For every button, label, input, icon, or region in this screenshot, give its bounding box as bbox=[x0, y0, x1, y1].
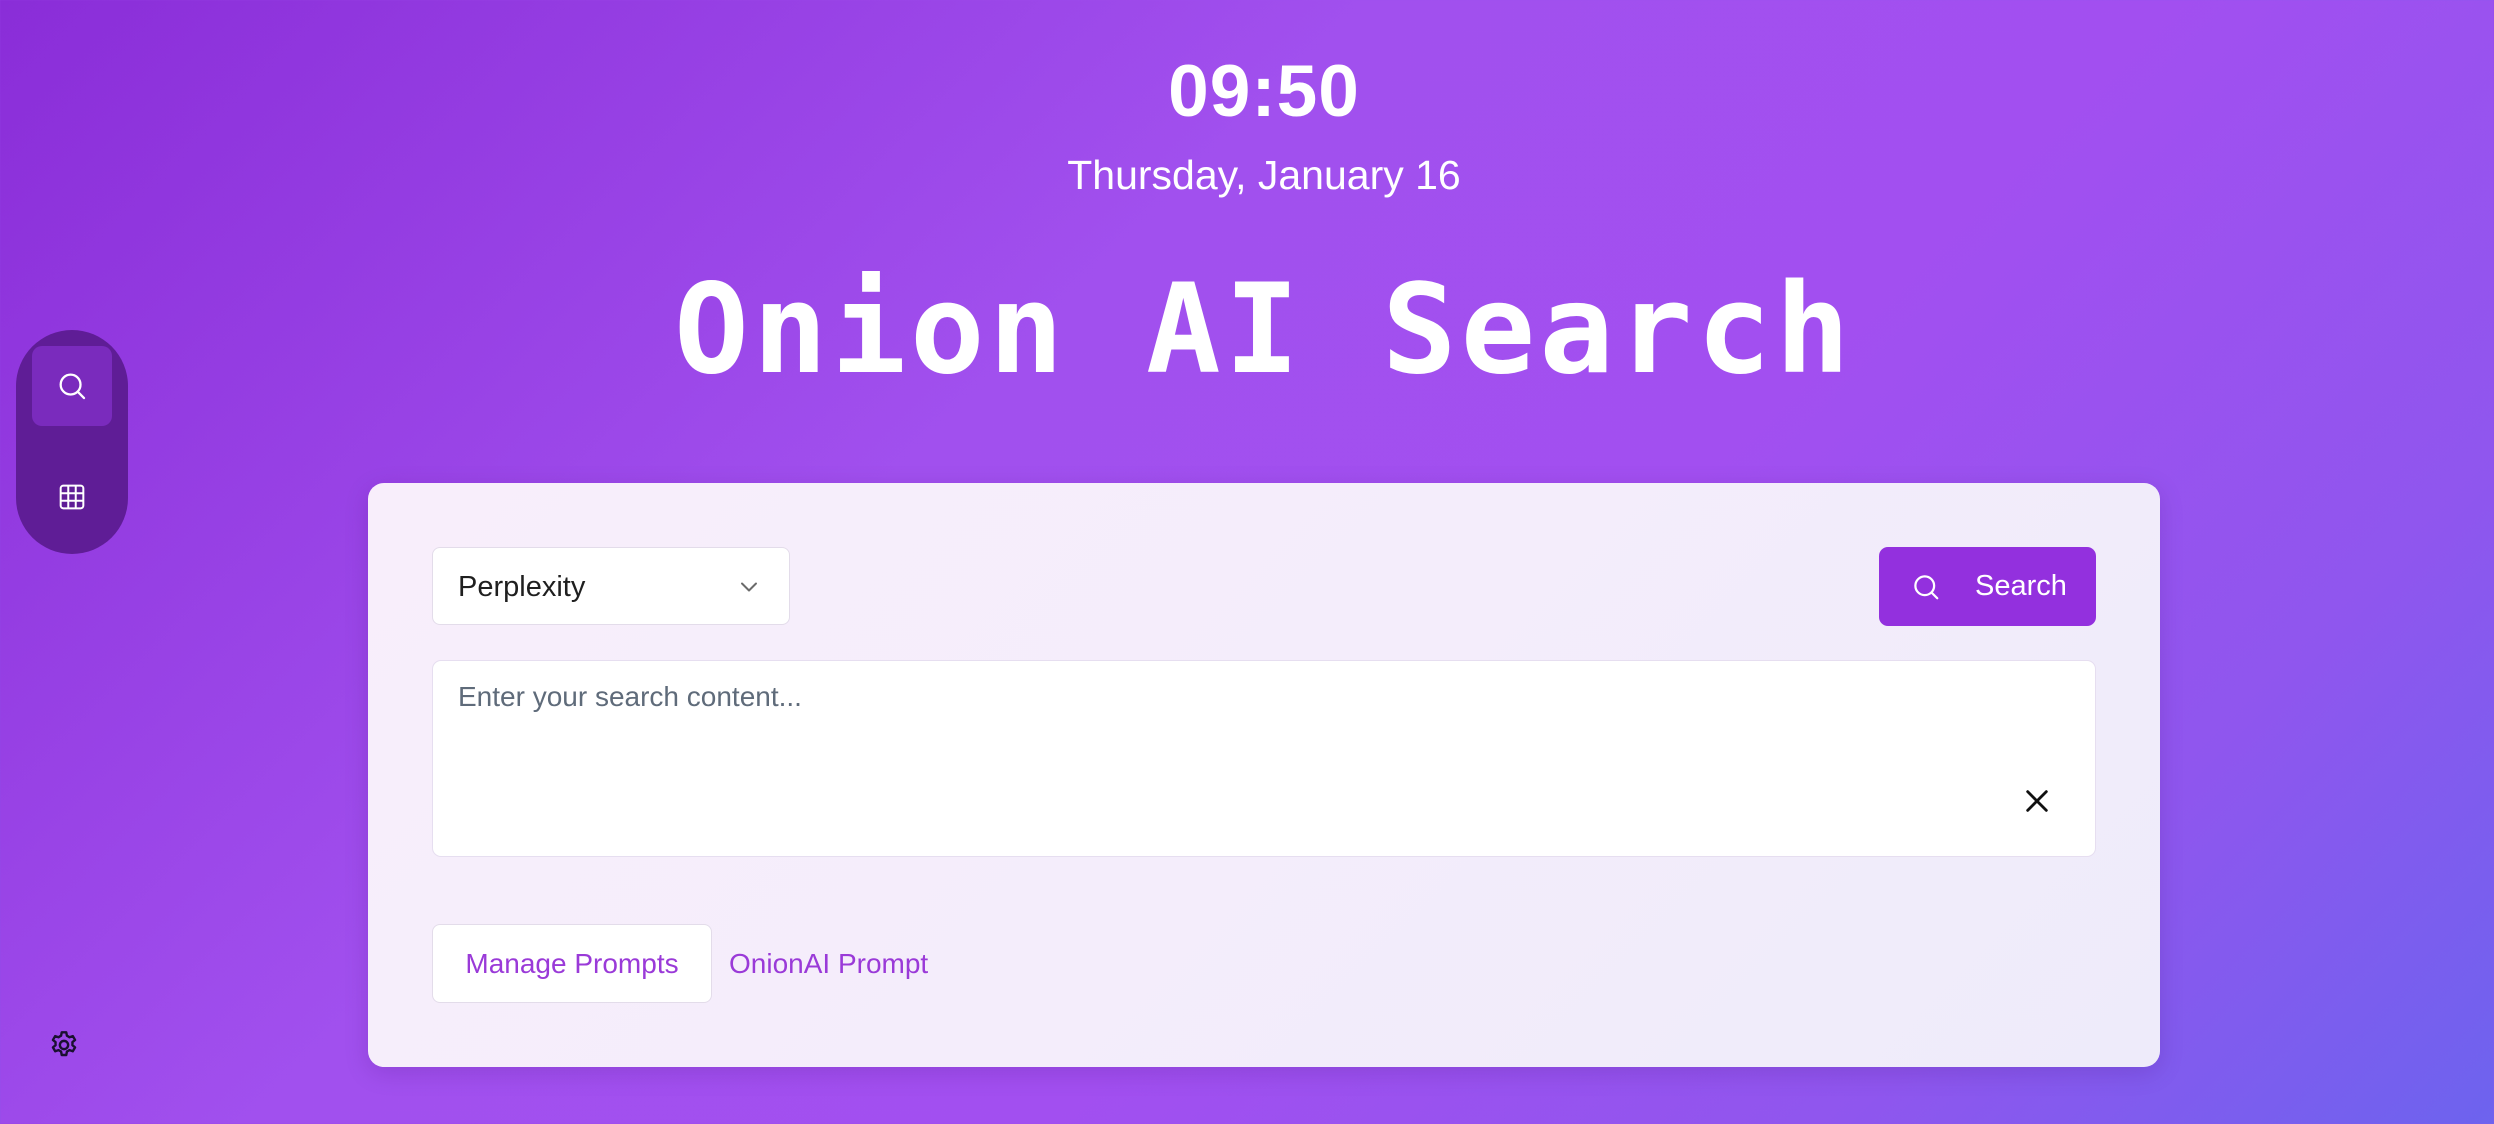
search-button-label: Search bbox=[1975, 570, 2067, 602]
settings-button[interactable] bbox=[46, 1027, 82, 1063]
app-title: Onion AI Search bbox=[674, 258, 1854, 402]
search-card: Perplexity Search Manage Prompts OnionAI… bbox=[368, 483, 2160, 1067]
search-icon bbox=[59, 373, 86, 400]
gear-icon bbox=[51, 1031, 77, 1057]
engine-select[interactable]: Perplexity bbox=[432, 547, 790, 625]
active-prompt-link[interactable]: OnionAI Prompt bbox=[729, 924, 928, 1003]
clock-date: Thursday, January 16 bbox=[1067, 152, 1461, 198]
search-input[interactable] bbox=[433, 661, 2095, 856]
search-icon bbox=[1914, 575, 1939, 600]
query-box bbox=[432, 660, 2096, 857]
manage-prompts-button[interactable]: Manage Prompts bbox=[432, 924, 712, 1003]
engine-select-value: Perplexity bbox=[458, 571, 586, 603]
grid-icon bbox=[59, 484, 85, 510]
clock-time: 09:50 bbox=[1168, 51, 1360, 132]
sidebar-item-search[interactable] bbox=[32, 346, 112, 426]
sidebar-item-grid[interactable] bbox=[32, 457, 112, 537]
close-icon[interactable] bbox=[2023, 787, 2051, 815]
chevron-down-icon bbox=[741, 582, 757, 592]
search-button[interactable]: Search bbox=[1879, 547, 2096, 626]
side-nav bbox=[16, 330, 128, 554]
